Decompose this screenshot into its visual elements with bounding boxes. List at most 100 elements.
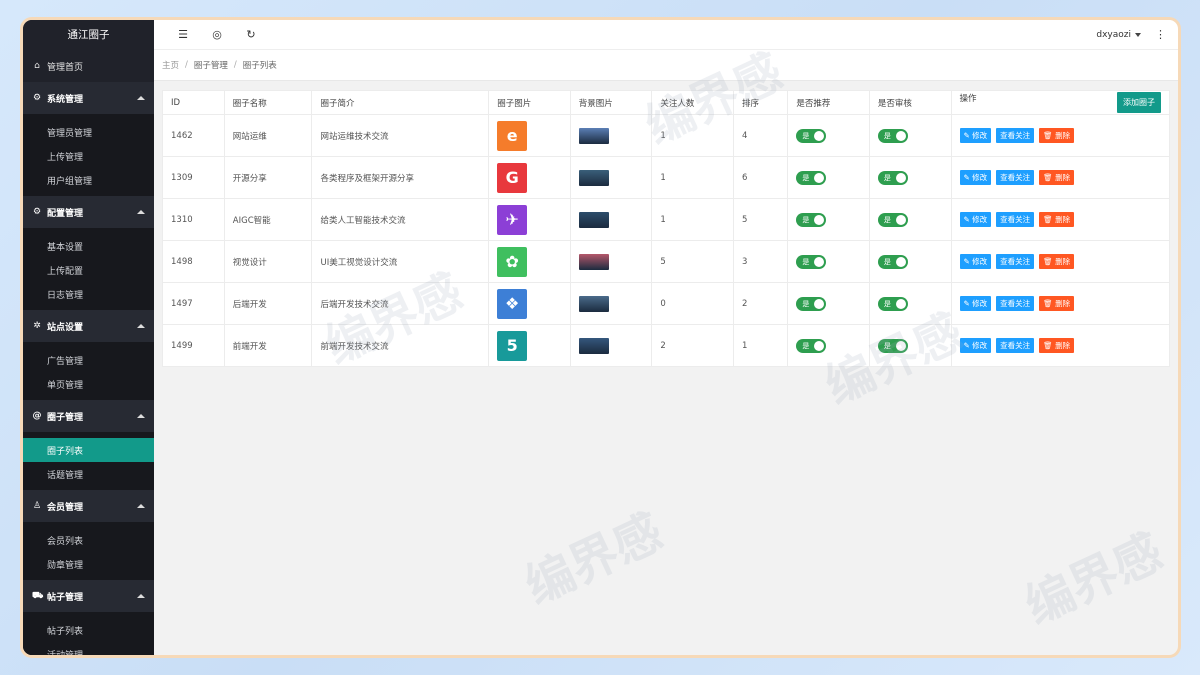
user-icon: ♙ (32, 501, 42, 511)
sidebar-item[interactable]: 广告管理 (23, 348, 154, 372)
circle-icon-image[interactable]: ✈ (497, 204, 528, 235)
sidebar-item[interactable]: 圈子列表 (23, 438, 154, 462)
pencil-icon: ✎ (963, 257, 973, 266)
circle-icon-image[interactable]: 5 (497, 330, 528, 361)
sidebar-group-0[interactable]: ⚙ 系统管理 (23, 82, 154, 114)
delete-button[interactable]: 🗑 删除 (1039, 128, 1075, 143)
edit-button[interactable]: ✎ 修改 (959, 170, 992, 185)
sidebar-item[interactable]: 帖子列表 (23, 618, 154, 642)
sidebar-group-5[interactable]: ⛟ 帖子管理 (23, 580, 154, 612)
edit-button[interactable]: ✎ 修改 (959, 296, 992, 311)
edit-button[interactable]: ✎ 修改 (959, 128, 992, 143)
edit-button[interactable]: ✎ 修改 (959, 212, 992, 227)
menu-toggle-icon[interactable]: ☰ (166, 28, 200, 41)
sidebar-item[interactable]: 会员列表 (23, 528, 154, 552)
delete-button[interactable]: 🗑 删除 (1039, 170, 1075, 185)
delete-button[interactable]: 🗑 删除 (1039, 296, 1075, 311)
view-follows-button[interactable]: 查看关注 (996, 254, 1035, 269)
trash-icon: 🗑 (1043, 173, 1056, 182)
view-follows-button[interactable]: 查看关注 (996, 170, 1035, 185)
cell-bg (569, 240, 653, 283)
sidebar-group-4[interactable]: ♙ 会员管理 (23, 490, 154, 522)
cell-recommend: 是 (787, 114, 870, 157)
circle-icon-image[interactable]: G (497, 162, 528, 193)
cell-actions: ✎ 修改 查看关注 🗑 删除 (950, 198, 1170, 241)
delete-button[interactable]: 🗑 删除 (1039, 338, 1075, 353)
view-follows-button[interactable]: 查看关注 (996, 296, 1035, 311)
recommend-toggle[interactable]: 是 (796, 212, 827, 227)
globe-icon[interactable]: ◎ (200, 28, 234, 41)
cell-desc: 给类人工智能技术交流 (311, 198, 490, 241)
background-image-thumb[interactable] (578, 295, 609, 312)
audit-toggle[interactable]: 是 (877, 338, 908, 353)
more-icon[interactable]: ⋮ (1155, 28, 1166, 41)
table-row: 1310 AIGC智能 给类人工智能技术交流 ✈ 1 5 是是 ✎ 修改 查看关注 🗑 删除 (162, 198, 1170, 241)
refresh-icon[interactable]: ↻ (234, 28, 268, 41)
column-header: 操作 添加圈子 (950, 90, 1170, 115)
breadcrumb-section[interactable]: 圈子管理 (194, 59, 228, 71)
delete-button[interactable]: 🗑 删除 (1039, 212, 1075, 227)
app-window: 通江圈子 ⌂ 管理首页 ⚙ 系统管理 管理员管理 上传管理 用户组管理 ⚙ 配置管理 基本设置… (20, 17, 1181, 658)
edit-button[interactable]: ✎ 修改 (959, 338, 992, 353)
sidebar-group-2[interactable]: ✲ 站点设置 (23, 310, 154, 342)
audit-toggle[interactable]: 是 (877, 254, 908, 269)
breadcrumb: 主页 / 圈子管理 / 圈子列表 (154, 50, 1178, 81)
sidebar-item[interactable]: 勋章管理 (23, 552, 154, 576)
user-menu[interactable]: dxyaozi (1096, 30, 1141, 40)
breadcrumb-home[interactable]: 主页 (162, 59, 179, 71)
sidebar-item[interactable]: 管理员管理 (23, 120, 154, 144)
sidebar-group-1[interactable]: ⚙ 配置管理 (23, 196, 154, 228)
edit-label: 修改 (972, 257, 988, 266)
background-image-thumb[interactable] (578, 253, 609, 270)
column-header: 是否审核 (868, 90, 952, 115)
sidebar-item[interactable]: 话题管理 (23, 462, 154, 486)
recommend-toggle[interactable]: 是 (796, 338, 827, 353)
cell-icon: ❖ (488, 282, 571, 325)
sidebar-item[interactable]: 活动管理 (23, 642, 154, 655)
cell-audit: 是 (868, 240, 952, 283)
delete-button[interactable]: 🗑 删除 (1039, 254, 1075, 269)
background-image-thumb[interactable] (578, 337, 609, 354)
pencil-icon: ✎ (963, 131, 973, 140)
edit-button[interactable]: ✎ 修改 (959, 254, 992, 269)
recommend-toggle[interactable]: 是 (796, 254, 827, 269)
recommend-toggle[interactable]: 是 (796, 296, 827, 311)
add-circle-button[interactable]: 添加圈子 (1117, 92, 1161, 113)
gear-icon: ⚙ (32, 207, 42, 217)
sidebar-item[interactable]: 基本设置 (23, 234, 154, 258)
recommend-toggle[interactable]: 是 (796, 170, 827, 185)
background-image-thumb[interactable] (578, 127, 609, 144)
view-follows-button[interactable]: 查看关注 (996, 338, 1035, 353)
sidebar-group-3[interactable]: @ 圈子管理 (23, 400, 154, 432)
view-follows-button[interactable]: 查看关注 (996, 212, 1035, 227)
trash-icon: 🗑 (1043, 341, 1056, 350)
recommend-toggle[interactable]: 是 (796, 128, 827, 143)
cell-icon: 5 (488, 324, 571, 367)
cell-bg (569, 156, 653, 199)
content: ID 圈子名称 圈子简介 圈子图片 背景图片 关注人数 排序 是否推荐 是否审核 操作 添加圈子 1… (154, 81, 1178, 376)
background-image-thumb[interactable] (578, 211, 609, 228)
audit-toggle[interactable]: 是 (877, 212, 908, 227)
circle-icon-image[interactable]: ❖ (497, 288, 528, 319)
sidebar-item[interactable]: 上传管理 (23, 144, 154, 168)
sidebar-group-label: 圈子管理 (47, 412, 84, 423)
background-image-thumb[interactable] (578, 169, 609, 186)
circle-icon-image[interactable]: ✿ (497, 246, 528, 277)
cell-desc: 网站运维技术交流 (311, 114, 490, 157)
sidebar-item[interactable]: 用户组管理 (23, 168, 154, 192)
cell-actions: ✎ 修改 查看关注 🗑 删除 (950, 324, 1170, 367)
breadcrumb-separator: / (233, 60, 237, 70)
audit-toggle[interactable]: 是 (877, 128, 908, 143)
sidebar-group-label: 帖子管理 (47, 592, 84, 603)
audit-toggle[interactable]: 是 (877, 296, 908, 311)
username: dxyaozi (1096, 29, 1131, 40)
circle-icon-image[interactable]: e (497, 120, 528, 151)
audit-toggle[interactable]: 是 (877, 170, 908, 185)
sidebar-item[interactable]: 单页管理 (23, 372, 154, 396)
sidebar-item-home[interactable]: ⌂ 管理首页 (23, 50, 154, 82)
cell-id: 1498 (162, 240, 225, 283)
sidebar-item[interactable]: 上传配置 (23, 258, 154, 282)
sidebar-item[interactable]: 日志管理 (23, 282, 154, 306)
view-follows-button[interactable]: 查看关注 (996, 128, 1035, 143)
column-header: 背景图片 (569, 90, 653, 115)
